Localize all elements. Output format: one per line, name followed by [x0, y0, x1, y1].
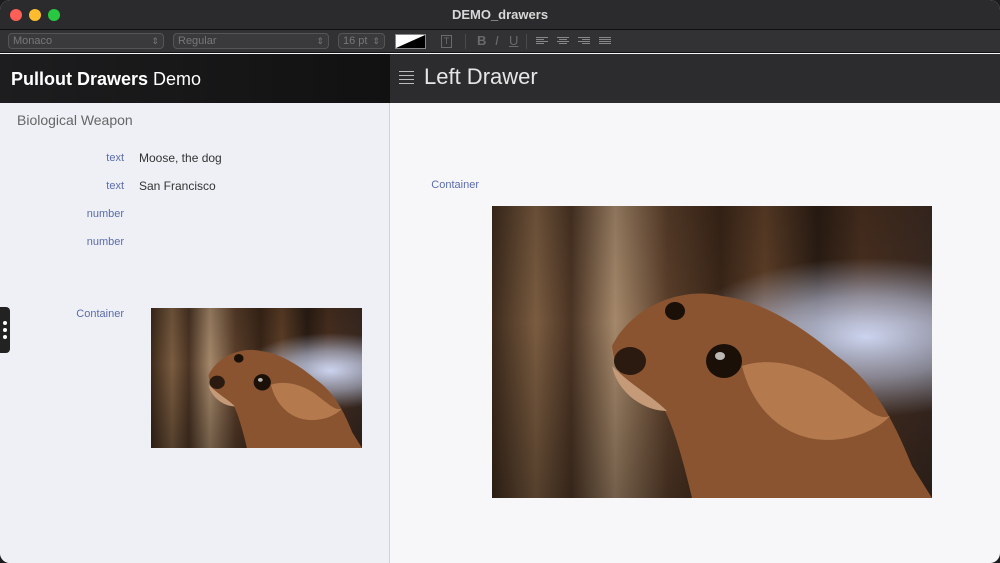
font-style-select[interactable]: Regular ⇕	[173, 33, 329, 49]
field-label-number: number	[86, 208, 124, 220]
dog-photo-large[interactable]	[492, 206, 932, 498]
font-family-select[interactable]: Monaco ⇕	[8, 33, 164, 49]
app-title: Pullout Drawers Demo	[11, 69, 201, 90]
section-title: Biological Weapon	[17, 112, 133, 128]
drawer-title: Left Drawer	[424, 64, 538, 89]
align-right-icon[interactable]	[578, 37, 590, 46]
title-bar: DEMO_drawers	[0, 0, 1000, 30]
container-label: Container	[76, 308, 124, 320]
font-size-value: 16 pt	[343, 35, 368, 47]
text-format-icon[interactable]: T	[441, 35, 452, 48]
app-title-bold: Pullout Drawers	[11, 69, 149, 89]
format-toolbar: Monaco ⇕ Regular ⇕ 16 pt ⇕ T B I U	[0, 30, 1000, 53]
app-window: DEMO_drawers Monaco ⇕ Regular ⇕ 16 pt ⇕ …	[0, 0, 1000, 563]
field-value-number-2[interactable]	[139, 235, 339, 249]
pane-divider	[389, 103, 390, 563]
container-label: Container	[431, 179, 479, 191]
text-color-swatch[interactable]	[395, 34, 426, 49]
dog-illustration	[612, 293, 932, 498]
font-style-value: Regular	[178, 35, 217, 47]
toolbar-separator	[526, 34, 527, 49]
chevron-updown-icon: ⇕	[151, 36, 159, 46]
toolbar-separator	[465, 34, 466, 49]
hamburger-icon[interactable]	[399, 71, 414, 84]
font-size-select[interactable]: 16 pt ⇕	[338, 33, 385, 49]
field-label-number: number	[86, 236, 124, 248]
chevron-updown-icon: ⇕	[372, 36, 380, 46]
align-center-icon[interactable]	[557, 37, 569, 46]
italic-button[interactable]: I	[495, 33, 499, 48]
app-title-rest: Demo	[148, 69, 202, 89]
field-value-city[interactable]: San Francisco	[139, 179, 216, 193]
align-left-icon[interactable]	[536, 37, 548, 46]
chevron-updown-icon: ⇕	[316, 36, 324, 46]
dog-illustration	[208, 349, 362, 448]
window-title: DEMO_drawers	[451, 7, 549, 22]
underline-button[interactable]: U	[509, 33, 518, 48]
field-label-text: text	[106, 152, 124, 164]
field-label-text: text	[106, 180, 124, 192]
font-family-value: Monaco	[13, 35, 53, 47]
field-value-name[interactable]: Moose, the dog	[139, 151, 222, 165]
drawer-handle-icon[interactable]	[0, 307, 10, 353]
field-value-number-1[interactable]	[139, 207, 339, 221]
align-justify-icon[interactable]	[599, 37, 611, 46]
bold-button[interactable]: B	[477, 33, 486, 48]
dog-photo-thumbnail[interactable]	[151, 308, 362, 448]
